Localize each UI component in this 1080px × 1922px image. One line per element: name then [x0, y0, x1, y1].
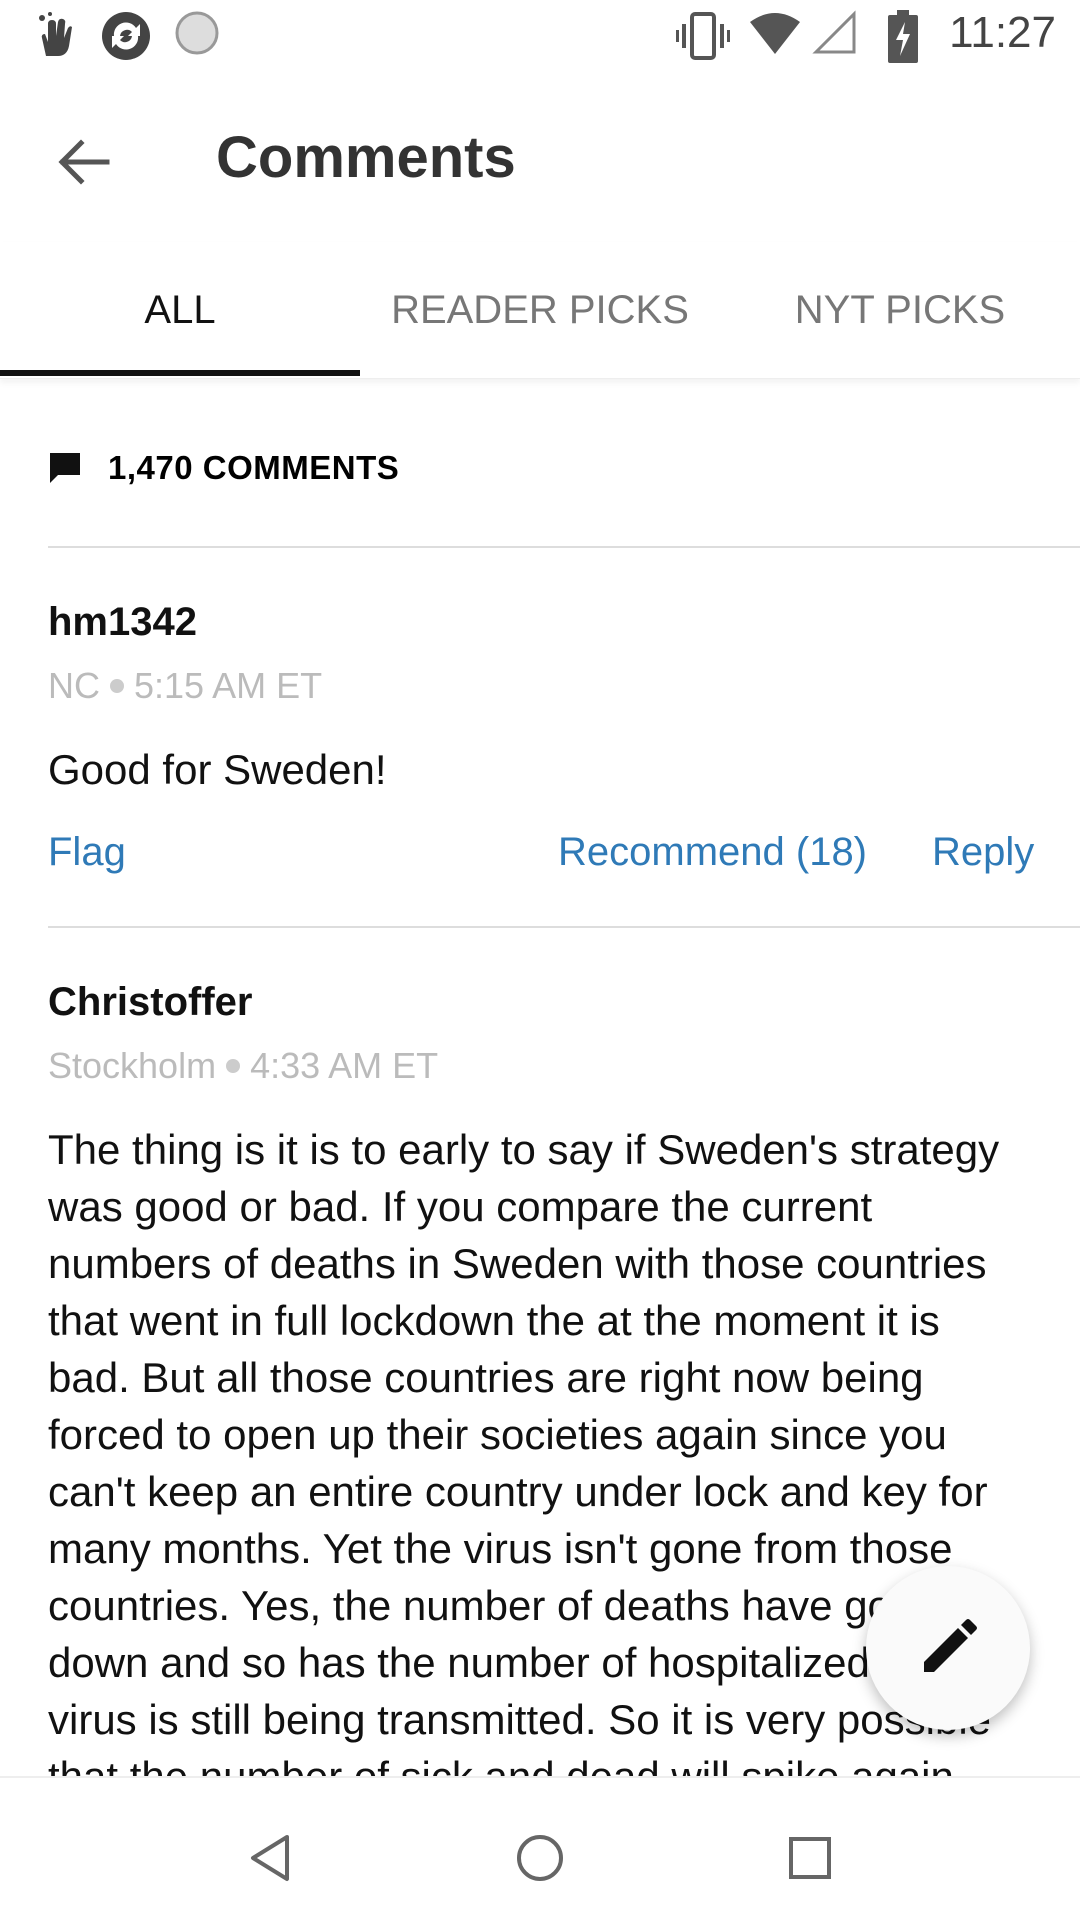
navigation-bar: [0, 1776, 1080, 1922]
comment-time: 4:33 AM ET: [250, 1045, 439, 1086]
comment-bubble-icon: [50, 453, 80, 483]
comment-count-row: 1,470 COMMENTS: [48, 440, 399, 496]
reply-button[interactable]: Reply: [932, 830, 1034, 875]
nav-back-button[interactable]: [230, 1818, 310, 1898]
comment-body: Good for Sweden!: [48, 746, 387, 793]
wifi-icon: [748, 10, 802, 61]
pencil-icon: [924, 1619, 977, 1672]
nav-recents-button[interactable]: [770, 1818, 850, 1898]
status-bar: 11:27: [0, 0, 1080, 72]
divider: [48, 546, 1080, 548]
comment-count: 1,470 COMMENTS: [108, 449, 400, 486]
app-bar: Comments: [0, 72, 1080, 242]
tab-reader-picks[interactable]: READER PICKS: [360, 242, 720, 378]
tab-bar: ALL READER PICKS NYT PICKS: [0, 242, 1080, 379]
home-circle-icon: [517, 1835, 563, 1881]
gesture-icon: [36, 10, 76, 65]
comment-location: NC: [48, 665, 100, 706]
nav-home-button[interactable]: [500, 1818, 580, 1898]
tab-all[interactable]: ALL: [0, 242, 360, 378]
loading-icon: [174, 10, 220, 61]
tab-nyt-picks[interactable]: NYT PICKS: [720, 242, 1080, 378]
battery-charging-icon: [888, 10, 918, 69]
comment-author[interactable]: hm1342: [48, 600, 1032, 645]
comment-actions: Flag Recommend (18) Reply: [48, 830, 1034, 890]
flag-button[interactable]: Flag: [48, 830, 126, 875]
arrow-left-icon: [58, 139, 110, 185]
comment-meta: Stockholm 4:33 AM ET: [48, 1045, 1032, 1087]
comment-author[interactable]: Christoffer: [48, 980, 1032, 1025]
recents-square-icon: [789, 1837, 831, 1879]
active-tab-indicator: [0, 370, 360, 376]
comment-location: Stockholm: [48, 1045, 217, 1086]
comment-item: hm1342 NC 5:15 AM ET Good for Sweden!: [48, 600, 1032, 798]
signal-icon: [812, 10, 858, 61]
back-triangle-icon: [251, 1835, 289, 1881]
recommend-button[interactable]: Recommend (18): [558, 830, 867, 875]
comment-time: 5:15 AM ET: [134, 665, 323, 706]
vibrate-icon: [676, 10, 730, 67]
back-button[interactable]: [44, 122, 124, 202]
status-time: 11:27: [949, 8, 1056, 57]
write-comment-button[interactable]: [866, 1566, 1030, 1730]
page-title: Comments: [216, 125, 516, 190]
divider: [48, 926, 1080, 928]
separator-dot: [226, 1059, 241, 1073]
comment-meta: NC 5:15 AM ET: [48, 665, 1032, 707]
sync-icon: [100, 10, 152, 67]
separator-dot: [110, 679, 124, 693]
